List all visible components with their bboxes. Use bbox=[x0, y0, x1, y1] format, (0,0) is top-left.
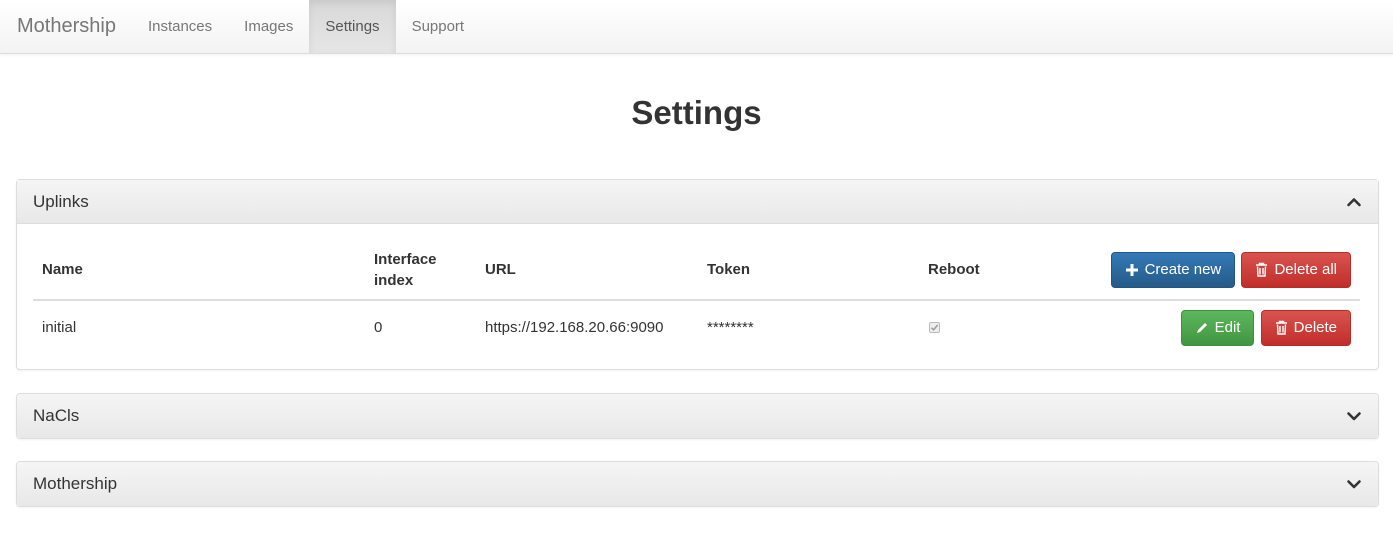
create-new-button[interactable]: Create new bbox=[1110, 251, 1236, 288]
cell-name: initial bbox=[42, 319, 77, 336]
nav-link-support[interactable]: Support bbox=[396, 0, 481, 53]
delete-button[interactable]: Delete bbox=[1260, 309, 1351, 346]
delete-label: Delete bbox=[1293, 319, 1337, 336]
plus-icon bbox=[1125, 263, 1139, 277]
column-header-token: Token bbox=[698, 240, 919, 301]
checkbox-checked-icon bbox=[929, 322, 940, 333]
cell-interface-index: 0 bbox=[374, 319, 383, 336]
column-header-url: URL bbox=[476, 240, 698, 301]
column-header-interface-index: Interface index bbox=[365, 240, 476, 301]
uplinks-panel-body: Name Interface index URL Token Reboot Cr… bbox=[17, 224, 1378, 354]
nacls-panel-title: NaCls bbox=[33, 406, 80, 425]
column-header-reboot: Reboot bbox=[919, 240, 1069, 301]
uplinks-panel-heading[interactable]: Uplinks bbox=[17, 180, 1378, 224]
mothership-panel-title: Mothership bbox=[33, 474, 118, 493]
trash-icon bbox=[1255, 262, 1268, 277]
mothership-panel-heading[interactable]: Mothership bbox=[17, 462, 1378, 506]
edit-button[interactable]: Edit bbox=[1180, 309, 1255, 346]
page-title: Settings bbox=[631, 94, 762, 131]
trash-icon bbox=[1275, 320, 1288, 335]
header-actions: Create new Delete all bbox=[1069, 240, 1360, 301]
cell-reboot bbox=[919, 300, 1069, 354]
cell-token: ******** bbox=[707, 319, 754, 336]
chevron-down-icon[interactable] bbox=[1346, 476, 1362, 492]
nav-link-instances[interactable]: Instances bbox=[132, 0, 228, 53]
delete-all-button[interactable]: Delete all bbox=[1241, 251, 1351, 288]
table-row: initial 0 https://192.168.20.66:9090 ***… bbox=[33, 300, 1360, 354]
uplinks-panel-title: Uplinks bbox=[33, 191, 89, 211]
nav-link-settings[interactable]: Settings bbox=[309, 0, 396, 53]
mothership-panel: Mothership bbox=[16, 461, 1379, 507]
delete-all-label: Delete all bbox=[1274, 261, 1337, 278]
nav-link-images[interactable]: Images bbox=[228, 0, 309, 53]
uplinks-table: Name Interface index URL Token Reboot Cr… bbox=[33, 240, 1360, 354]
pencil-icon bbox=[1195, 321, 1209, 335]
navbar-brand[interactable]: Mothership bbox=[0, 0, 132, 53]
chevron-up-icon[interactable] bbox=[1346, 194, 1362, 210]
nacls-panel-heading[interactable]: NaCls bbox=[17, 394, 1378, 438]
row-actions: Edit Delete bbox=[1069, 300, 1360, 354]
top-navbar: Mothership Instances Images Settings Sup… bbox=[0, 0, 1393, 54]
nacls-panel: NaCls bbox=[16, 393, 1379, 439]
uplinks-panel: Uplinks Name Interface index URL Token R… bbox=[16, 179, 1379, 370]
create-new-label: Create new bbox=[1144, 261, 1222, 278]
chevron-down-icon[interactable] bbox=[1346, 408, 1362, 424]
cell-url: https://192.168.20.66:9090 bbox=[485, 319, 664, 336]
column-header-name: Name bbox=[33, 240, 365, 301]
table-header-row: Name Interface index URL Token Reboot Cr… bbox=[33, 240, 1360, 301]
edit-label: Edit bbox=[1214, 319, 1241, 336]
